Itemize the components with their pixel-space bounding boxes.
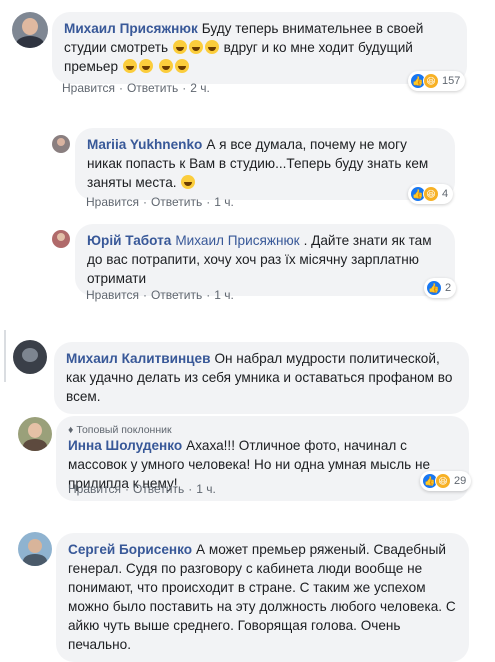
timestamp[interactable]: 1 ч.	[214, 195, 234, 209]
like-link[interactable]: Нравится	[62, 81, 115, 95]
avatar[interactable]	[52, 230, 70, 248]
comment-bubble: Mariia Yukhnenko А я все думала, почему н…	[75, 128, 455, 200]
comment-author[interactable]: Mariia Yukhnenko	[87, 137, 202, 152]
comment-actions: Нравится · Ответить · 1 ч.	[86, 195, 234, 209]
comment-bubble: Юрій Табота Михаил Присяжнюк. Дайте знати…	[75, 224, 455, 296]
reaction-count: 2	[445, 282, 452, 294]
laughing-emoji-icon	[172, 40, 187, 54]
avatar[interactable]	[13, 340, 47, 374]
haha-icon: 😆	[435, 473, 451, 489]
reply-link[interactable]: Ответить	[127, 81, 178, 95]
reaction-summary[interactable]: 👍 😆 4	[408, 184, 454, 204]
reply-link[interactable]: Ответить	[133, 482, 184, 496]
reaction-count: 4	[442, 188, 449, 200]
reaction-summary[interactable]: 👍 😆 157	[408, 71, 466, 91]
comment-author[interactable]: Сергей Борисенко	[68, 542, 192, 557]
comment-author[interactable]: Михаил Калитвинцев	[66, 351, 210, 366]
laughing-emoji-icon	[158, 59, 173, 73]
laughing-emoji-icon	[138, 59, 153, 73]
comment-bubble: Сергей Борисенко А может премьер ряженый.…	[56, 533, 469, 662]
comment-actions: Нравится · Ответить · 1 ч.	[68, 482, 216, 496]
reply-link[interactable]: Ответить	[151, 288, 202, 302]
comment-actions: Нравится · Ответить · 1 ч.	[86, 288, 234, 302]
laughing-emoji-icon	[204, 40, 219, 54]
laughing-emoji-icon	[122, 59, 137, 73]
reaction-summary[interactable]: 👍 2	[424, 278, 457, 298]
thread-line	[4, 330, 6, 382]
haha-icon: 😆	[423, 73, 439, 89]
reaction-count: 157	[442, 75, 461, 87]
avatar[interactable]	[18, 532, 52, 566]
reaction-summary[interactable]: 👍 😆 29	[420, 471, 472, 491]
laughing-emoji-icon	[188, 40, 203, 54]
timestamp[interactable]: 1 ч.	[196, 482, 216, 496]
comment-bubble: Михаил Присяжнюк Буду теперь внимательнее…	[52, 12, 467, 84]
laughing-emoji-icon	[174, 59, 189, 73]
like-link[interactable]: Нравится	[68, 482, 121, 496]
reaction-count: 29	[454, 475, 467, 487]
avatar[interactable]	[12, 12, 48, 48]
comment-author[interactable]: Михаил Присяжнюк	[64, 21, 198, 36]
reply-link[interactable]: Ответить	[151, 195, 202, 209]
avatar[interactable]	[18, 417, 52, 451]
avatar[interactable]	[52, 135, 70, 153]
comment-actions: Нравится · Ответить · 2 ч.	[62, 81, 210, 95]
timestamp[interactable]: 2 ч.	[190, 81, 210, 95]
like-link[interactable]: Нравится	[86, 195, 139, 209]
comment-bubble: Михаил Калитвинцев Он набрал мудрости пол…	[54, 342, 469, 414]
comment-author[interactable]: Юрій Табота	[87, 233, 171, 248]
mention-link[interactable]: Михаил Присяжнюк	[175, 233, 299, 248]
timestamp[interactable]: 1 ч.	[214, 288, 234, 302]
diamond-icon: ♦	[68, 424, 74, 436]
like-icon: 👍	[426, 280, 442, 296]
comment-author[interactable]: Инна Шолуденко	[68, 438, 182, 453]
like-link[interactable]: Нравится	[86, 288, 139, 302]
haha-icon: 😆	[423, 186, 439, 202]
laughing-emoji-icon	[181, 175, 196, 189]
top-fan-badge: ♦ Топовый поклонник	[68, 424, 172, 436]
comment-text: А может премьер ряженый. Свадебный генер…	[68, 542, 456, 652]
